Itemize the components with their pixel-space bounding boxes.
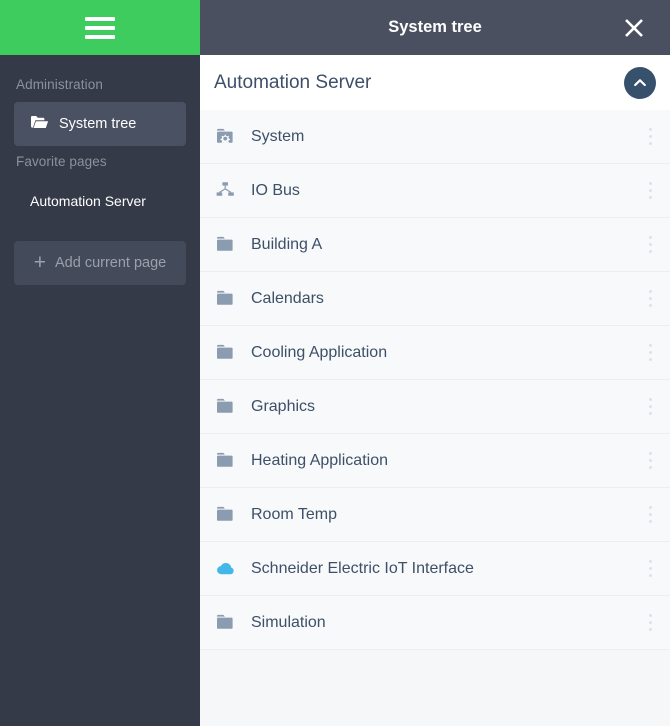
tree-row[interactable]: System xyxy=(200,110,670,164)
favorite-item-automation-server[interactable]: Automation Server xyxy=(0,177,200,225)
favorite-pages-section-label: Favorite pages xyxy=(16,154,107,169)
tree-row-label: Heating Application xyxy=(251,451,388,469)
system-tree-list: System IO Bus Building A Calendars Cooling A… xyxy=(200,110,670,726)
sidebar-body: Administration System tree Favorite page… xyxy=(0,55,200,726)
tree-row[interactable]: IO Bus xyxy=(200,164,670,218)
panel-titlebar: System tree xyxy=(200,0,670,55)
more-vertical-icon[interactable] xyxy=(640,502,660,528)
tree-row-label: System xyxy=(251,127,305,145)
tree-row[interactable]: Graphics xyxy=(200,380,670,434)
more-vertical-icon[interactable] xyxy=(640,556,660,582)
tree-row-label: Schneider Electric IoT Interface xyxy=(251,559,474,577)
tree-row[interactable]: Heating Application xyxy=(200,434,670,488)
more-vertical-icon[interactable] xyxy=(640,178,660,204)
more-vertical-icon[interactable] xyxy=(640,232,660,258)
tree-row[interactable]: Building A xyxy=(200,218,670,272)
tree-row-icon xyxy=(214,124,240,150)
close-button[interactable] xyxy=(612,0,656,55)
more-vertical-icon[interactable] xyxy=(640,394,660,420)
tree-row-icon xyxy=(214,232,240,258)
application-window: Administration System tree Favorite page… xyxy=(0,0,670,726)
folder-icon xyxy=(217,614,233,629)
collapse-tree-button[interactable] xyxy=(624,66,656,99)
tree-row-label: Building A xyxy=(251,235,323,253)
tree-row-label: IO Bus xyxy=(251,181,300,199)
folder-icon xyxy=(217,398,233,413)
folder-icon xyxy=(217,452,233,467)
more-vertical-icon[interactable] xyxy=(640,448,660,474)
close-icon xyxy=(625,18,643,37)
tree-row[interactable]: Room Temp xyxy=(200,488,670,542)
cloud-icon xyxy=(217,562,234,574)
tree-row-label: Graphics xyxy=(251,397,316,415)
sidebar: Administration System tree Favorite page… xyxy=(0,0,200,726)
tree-row-icon xyxy=(214,178,240,204)
add-current-page-button[interactable]: + Add current page xyxy=(14,241,186,285)
tree-row-icon xyxy=(214,556,240,582)
more-vertical-icon[interactable] xyxy=(640,286,660,312)
sidebar-item-label: System tree xyxy=(59,116,137,132)
chevron-up-icon xyxy=(634,78,646,86)
tree-row-icon xyxy=(214,340,240,366)
hamburger-icon xyxy=(85,16,115,39)
tree-row[interactable]: Cooling Application xyxy=(200,326,670,380)
hierarchy-icon xyxy=(216,181,234,196)
tree-root-title: Automation Server xyxy=(214,71,372,93)
plus-icon: + xyxy=(33,250,46,274)
folder-icon xyxy=(217,344,233,359)
folder-gear-icon xyxy=(217,128,233,144)
page-title: System tree xyxy=(388,18,482,36)
tree-row-label: Simulation xyxy=(251,613,326,631)
more-vertical-icon[interactable] xyxy=(640,610,660,636)
tree-root-header: Automation Server xyxy=(200,55,670,110)
administration-section-label: Administration xyxy=(16,77,103,92)
tree-row-label: Calendars xyxy=(251,289,324,307)
tree-row-icon xyxy=(214,448,240,474)
tree-row[interactable]: Calendars xyxy=(200,272,670,326)
more-vertical-icon[interactable] xyxy=(640,340,660,366)
folder-icon xyxy=(217,290,233,305)
tree-row-icon xyxy=(214,286,240,312)
tree-row-label: Cooling Application xyxy=(251,343,388,361)
tree-row[interactable]: Schneider Electric IoT Interface xyxy=(200,542,670,596)
sidebar-item-system-tree[interactable]: System tree xyxy=(14,102,186,146)
tree-row-icon xyxy=(214,394,240,420)
add-current-page-label: Add current page xyxy=(55,255,167,271)
main-panel: System tree Automation Server System IO B… xyxy=(200,0,670,726)
tree-row[interactable]: Simulation xyxy=(200,596,670,650)
folder-icon xyxy=(217,236,233,251)
tree-row-icon xyxy=(214,610,240,636)
tree-row-label: Room Temp xyxy=(251,505,337,523)
tree-row-icon xyxy=(214,502,240,528)
menu-toggle-button[interactable] xyxy=(0,0,200,55)
more-vertical-icon[interactable] xyxy=(640,124,660,150)
open-folder-icon xyxy=(30,114,49,135)
folder-icon xyxy=(217,506,233,521)
